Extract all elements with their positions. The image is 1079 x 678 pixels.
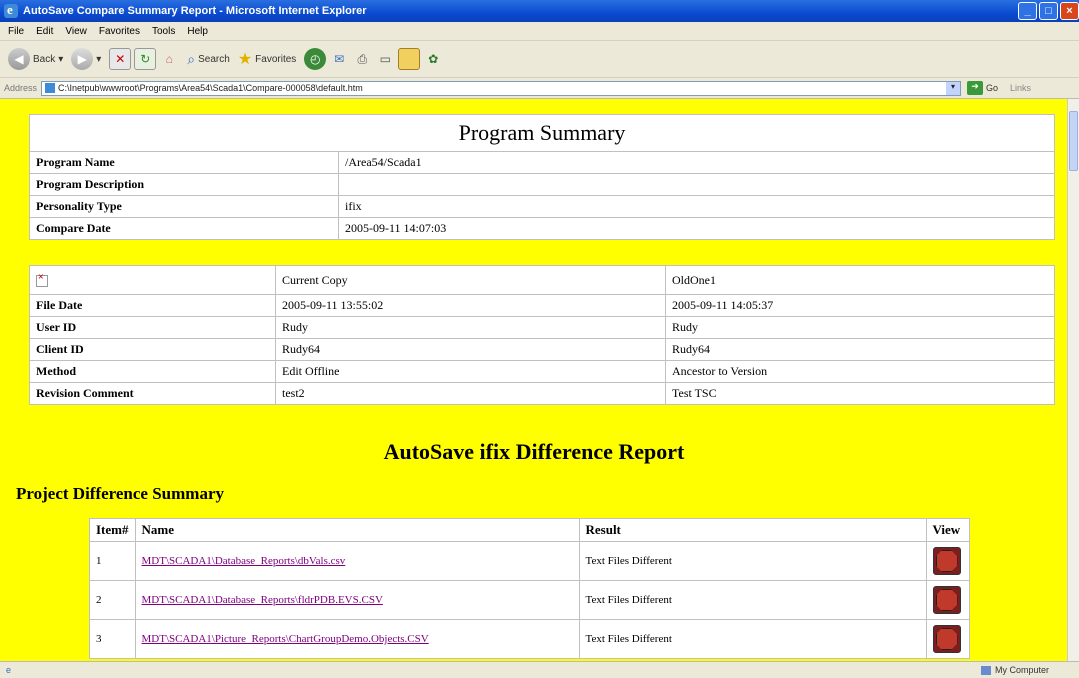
scrollbar-thumb[interactable]: [1069, 111, 1078, 171]
search-button[interactable]: ⌕ Search: [187, 51, 230, 68]
menu-help[interactable]: Help: [187, 26, 208, 37]
messenger-icon[interactable]: ✿: [423, 49, 443, 69]
page-icon: [45, 83, 56, 93]
table-row: Method Edit Offline Ancestor to Version: [29, 360, 1055, 383]
menu-view[interactable]: View: [65, 26, 87, 37]
stop-sign-icon: [935, 550, 958, 572]
title-bar: AutoSave Compare Summary Report - Micros…: [0, 0, 1079, 22]
program-summary-table: Program Summary Program Name /Area54/Sca…: [29, 114, 1055, 240]
go-button[interactable]: ➜ Go: [967, 81, 998, 95]
table-row: Revision Comment test2 Test TSC: [29, 382, 1055, 405]
address-dropdown-icon[interactable]: ▾: [946, 81, 961, 95]
view-button[interactable]: [932, 547, 961, 575]
minimize-button[interactable]: _: [1018, 2, 1037, 20]
go-arrow-icon: ➜: [967, 81, 984, 95]
table-row: Program Description: [29, 173, 1055, 196]
table-row: 2 MDT\SCADA1\Database_Reports\fldrPDB.EV…: [89, 580, 970, 620]
maximize-button[interactable]: □: [1039, 2, 1058, 20]
table-row: Personality Type ifix: [29, 195, 1055, 218]
zone-label: My Computer: [994, 665, 1049, 675]
back-button[interactable]: ◀ Back ▾: [8, 48, 63, 70]
menu-edit[interactable]: Edit: [36, 26, 53, 37]
folder-icon[interactable]: [398, 48, 421, 70]
stop-sign-icon: [935, 589, 958, 611]
window-controls: _ □ ×: [1018, 2, 1079, 20]
view-button[interactable]: [932, 586, 961, 614]
vertical-scrollbar[interactable]: [1067, 99, 1079, 661]
stop-icon[interactable]: ✕: [109, 48, 132, 70]
history-icon[interactable]: ◴: [304, 48, 327, 70]
table-row: 1 MDT\SCADA1\Database_Reports\dbVals.csv…: [89, 541, 970, 581]
stop-sign-icon: [935, 628, 958, 650]
forward-dropdown-icon[interactable]: ▾: [96, 54, 101, 65]
forward-arrow-icon: ▶: [71, 48, 94, 70]
file-link[interactable]: MDT\SCADA1\Database_Reports\dbVals.csv: [142, 555, 346, 567]
links-button[interactable]: Links: [1010, 83, 1031, 93]
project-difference-title: Project Difference Summary: [16, 484, 225, 503]
refresh-icon[interactable]: ↻: [134, 48, 157, 70]
search-icon: ⌕: [187, 50, 196, 67]
address-label: Address: [4, 83, 38, 93]
file-link[interactable]: MDT\SCADA1\Database_Reports\fldrPDB.EVS.…: [142, 594, 383, 606]
menu-favorites[interactable]: Favorites: [99, 26, 140, 37]
old-copy-header: OldOne1: [665, 265, 1055, 295]
program-summary-header: Program Summary: [29, 114, 1055, 152]
copy-comparison-table: Current Copy OldOne1 File Date 2005-09-1…: [29, 265, 1055, 405]
broken-image-icon: [36, 272, 48, 287]
menu-file[interactable]: File: [8, 26, 24, 37]
edit-icon[interactable]: ▭: [375, 49, 395, 69]
table-row: 3 MDT\SCADA1\Picture_Reports\ChartGroupD…: [89, 619, 970, 659]
table-row: User ID Rudy Rudy: [29, 316, 1055, 339]
page-content: Program Summary Program Name /Area54/Sca…: [0, 99, 1068, 661]
report-title: AutoSave ifix Difference Report: [383, 439, 685, 464]
window-title: AutoSave Compare Summary Report - Micros…: [23, 5, 367, 17]
ie-icon: [4, 2, 18, 18]
print-icon[interactable]: ⎙: [352, 49, 372, 69]
table-row: File Date 2005-09-11 13:55:02 2005-09-11…: [29, 294, 1055, 317]
table-row: Compare Date 2005-09-11 14:07:03: [29, 217, 1055, 240]
table-header-row: Current Copy OldOne1: [29, 265, 1055, 295]
view-header: View: [925, 518, 970, 542]
table-row: Client ID Rudy64 Rudy64: [29, 338, 1055, 361]
star-icon: ★: [237, 51, 253, 68]
home-icon[interactable]: ⌂: [159, 49, 179, 69]
toolbar: ◀ Back ▾ ▶ ▾ ✕ ↻ ⌂ ⌕ Search ★ Favorites …: [0, 41, 1079, 78]
close-button[interactable]: ×: [1060, 2, 1079, 20]
address-input[interactable]: C:\Inetpub\wwwroot\Programs\Area54\Scada…: [41, 80, 962, 96]
file-link[interactable]: MDT\SCADA1\Picture_Reports\ChartGroupDem…: [142, 633, 429, 645]
forward-button[interactable]: ▶ ▾: [71, 48, 101, 70]
address-bar: Address C:\Inetpub\wwwroot\Programs\Area…: [0, 78, 1079, 99]
status-bar: e My Computer: [0, 661, 1079, 678]
menu-tools[interactable]: Tools: [152, 26, 175, 37]
name-header: Name: [134, 518, 580, 542]
address-url: C:\Inetpub\wwwroot\Programs\Area54\Scada…: [58, 83, 363, 93]
favorites-button[interactable]: ★ Favorites: [238, 49, 296, 69]
computer-icon: [980, 665, 991, 675]
difference-table: Item# Name Result View 1 MDT\SCADA1\Data…: [89, 518, 970, 659]
back-dropdown-icon[interactable]: ▾: [58, 54, 63, 65]
current-copy-header: Current Copy: [275, 265, 666, 295]
item-header: Item#: [89, 518, 136, 542]
menu-bar: File Edit View Favorites Tools Help: [0, 22, 1079, 41]
table-row: Program Name /Area54/Scada1: [29, 151, 1055, 174]
result-header: Result: [578, 518, 927, 542]
view-button[interactable]: [932, 625, 961, 653]
mail-icon[interactable]: ✉: [329, 49, 349, 69]
back-arrow-icon: ◀: [8, 48, 30, 70]
table-header-row: Item# Name Result View: [89, 518, 970, 542]
page-status-icon: e: [6, 665, 12, 675]
